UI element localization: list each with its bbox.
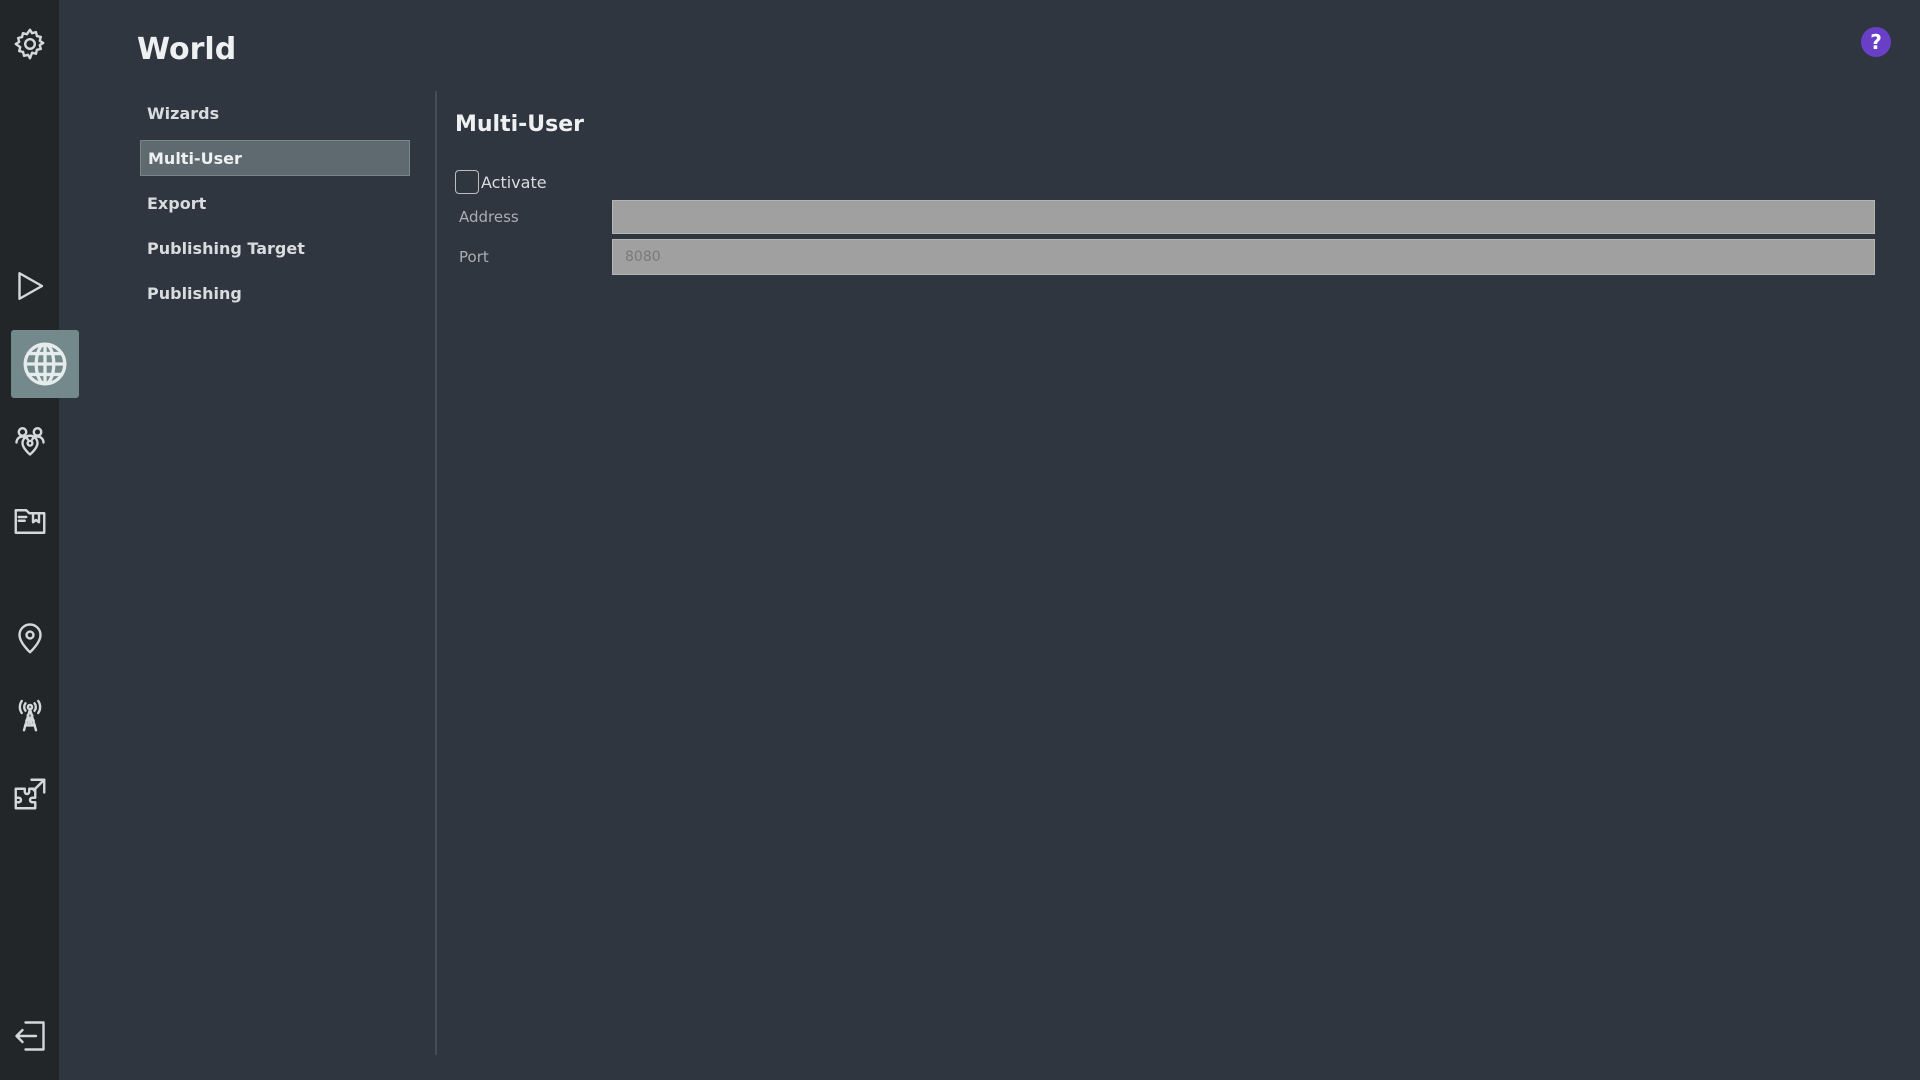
location-button[interactable] xyxy=(0,608,59,668)
vertical-divider xyxy=(435,91,437,1055)
address-label: Address xyxy=(459,208,519,226)
users-location-button[interactable] xyxy=(0,411,59,471)
subnav-item-wizards[interactable]: Wizards xyxy=(140,95,410,131)
library-button[interactable] xyxy=(0,490,59,550)
people-location-icon xyxy=(14,427,45,456)
subnav-item-multi-user[interactable]: Multi-User xyxy=(140,140,410,176)
settings-button[interactable] xyxy=(0,14,59,74)
settings-subnav: Wizards Multi-User Export Publishing Tar… xyxy=(140,95,410,320)
port-row: Port xyxy=(459,239,1875,275)
port-label: Port xyxy=(459,248,489,266)
subnav-item-publishing[interactable]: Publishing xyxy=(140,275,410,311)
extensions-button[interactable] xyxy=(0,764,59,824)
help-button[interactable]: ? xyxy=(1861,27,1891,57)
broadcast-button[interactable] xyxy=(0,686,59,746)
subnav-item-publishing-target[interactable]: Publishing Target xyxy=(140,230,410,266)
activate-label: Activate xyxy=(481,172,547,192)
activate-checkbox[interactable] xyxy=(455,170,479,194)
page-title: World xyxy=(137,32,237,67)
logout-button[interactable] xyxy=(0,1006,59,1066)
map-pin-icon xyxy=(17,623,42,654)
play-button[interactable] xyxy=(0,256,59,316)
port-input[interactable] xyxy=(612,239,1875,275)
main-content: World ? Wizards Multi-User Export Publis… xyxy=(59,0,1920,1080)
gear-icon xyxy=(14,28,44,60)
address-input[interactable] xyxy=(612,200,1875,234)
antenna-tower-icon xyxy=(18,699,41,732)
play-icon xyxy=(17,272,43,300)
section-title: Multi-User xyxy=(455,112,585,137)
question-mark-icon: ? xyxy=(1870,30,1882,54)
subnav-item-export[interactable]: Export xyxy=(140,185,410,221)
icon-rail xyxy=(0,0,79,1080)
address-row: Address xyxy=(459,200,1875,234)
folder-bookmark-icon xyxy=(14,509,45,534)
puzzle-external-icon xyxy=(14,778,45,810)
activate-row: Activate xyxy=(455,170,547,194)
logout-icon xyxy=(14,1021,45,1051)
